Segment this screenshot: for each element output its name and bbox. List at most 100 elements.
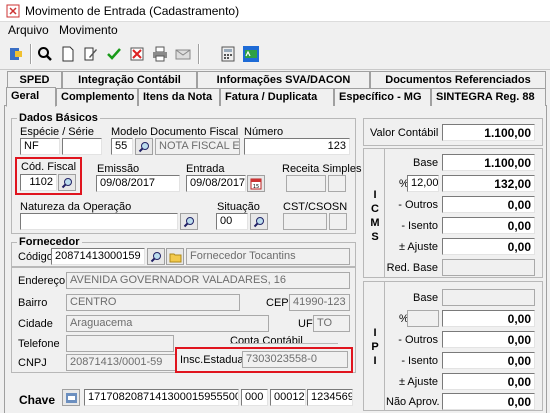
nfe-icon [242,45,260,63]
title-bar: Movimento de Entrada (Cadastramento) [0,0,550,22]
endereco-label: Endereço [18,275,66,287]
icms-isento-field[interactable]: 0,00 [442,217,535,234]
menu-arquivo[interactable]: Arquivo [8,23,49,37]
entrada-calendar-button[interactable]: 15 [247,175,265,192]
especie-field[interactable]: NF [20,138,60,155]
app-icon [6,4,20,18]
ipi-valor-field[interactable]: 0,00 [442,310,535,327]
chave-label: Chave [19,393,56,407]
fornecedor-folder-button[interactable] [166,248,184,265]
natureza-search-button[interactable] [180,213,198,230]
tab-sped[interactable]: SPED [7,71,62,88]
ipi-nao-aprov-label: Não Aprov. [386,396,440,408]
conta-contabil-label: Conta Contábil [230,335,303,347]
ipi-base-label: Base [413,292,439,304]
ipi-nao-aprov-field[interactable]: 0,00 [442,393,535,410]
modelo-search-button[interactable] [135,138,153,155]
icms-outros-field[interactable]: 0,00 [442,196,535,213]
delete-button[interactable] [126,43,148,65]
codigo-label: Código [18,251,53,263]
tab-itens-da-nota[interactable]: Itens da Nota [138,88,220,106]
icms-ajuste-field[interactable]: 0,00 [442,238,535,255]
dados-basicos-label: Dados Básicos [17,112,100,124]
uf-label: UF [298,318,313,330]
receita-simples-label: Receita Simples [282,163,362,175]
ipi-isento-field[interactable]: 0,00 [442,352,535,369]
tab-especifico-mg[interactable]: Específico - MG [334,88,431,106]
tab-sintegra-reg-88[interactable]: SINTEGRA Reg. 88 [431,88,546,106]
print-icon [152,46,168,62]
icms-red-base-label: Red. Base [386,262,438,274]
new-icon [60,46,76,62]
menu-movimento[interactable]: Movimento [59,23,118,37]
icms-outros-label: - Outros [398,199,438,211]
edit-button[interactable] [80,43,102,65]
icms-pct-field[interactable]: 12,00 [407,175,439,192]
situacao-search-button[interactable] [250,213,268,230]
calc-icon [220,46,236,62]
fornecedor-nome-field: Fornecedor Tocantins [186,248,350,265]
search-button[interactable] [34,43,56,65]
tab-documentos-referenciados[interactable]: Documentos Referenciados [370,71,546,88]
print-button[interactable] [149,43,171,65]
natureza-label: Natureza da Operação [20,201,132,213]
cod-fiscal-search-button[interactable] [58,174,76,191]
fornecedor-search-button[interactable] [147,248,165,265]
codigo-field[interactable]: 20871413000159 [51,248,145,265]
emissao-field[interactable]: 09/08/2017 [96,175,180,192]
tab-integracao-contabil[interactable]: Integração Contábil [62,71,197,88]
fornecedor-label: Fornecedor [17,236,82,248]
confirm-button[interactable] [103,43,125,65]
ipi-base-field [442,289,535,306]
chave-part-3-field[interactable]: 000123 [270,389,306,406]
tab-informacoes-sva-dacon[interactable]: Informações SVA/DACON [197,71,370,88]
numero-field[interactable]: 123 [244,138,350,155]
entrada-field[interactable]: 09/08/2017 [186,175,246,192]
telefone-label: Telefone [18,338,60,350]
exit-button[interactable] [5,43,27,65]
tab-fatura-duplicata[interactable]: Fatura / Duplicata [220,88,334,106]
toolbar-separator [30,44,32,64]
chave-nfe-button[interactable] [62,389,80,406]
emissao-label: Emissão [97,163,140,175]
ipi-outros-field[interactable]: 0,00 [442,331,535,348]
search-icon [150,251,162,263]
window-title: Movimento de Entrada (Cadastramento) [25,4,240,18]
ipi-ajuste-field[interactable]: 0,00 [442,373,535,390]
chave-part-2-field[interactable]: 000 [241,389,268,406]
toolbar [0,39,550,70]
calc-button[interactable] [217,43,239,65]
confirm-icon [106,46,122,62]
search-icon [61,177,73,189]
ipi-isento-label: - Isento [401,355,438,367]
tab-complemento[interactable]: Complemento [56,88,138,106]
situacao-field[interactable]: 00 [216,213,248,230]
icms-valor-field[interactable]: 132,00 [442,175,535,192]
serie-field[interactable] [62,138,102,155]
especie-serie-label: Espécie / Série [20,126,94,138]
new-button[interactable] [57,43,79,65]
bairro-field: CENTRO [66,294,240,311]
mail-button[interactable] [172,43,194,65]
cod-fiscal-field[interactable]: 1102 [20,174,57,191]
endereco-field: AVENIDA GOVERNADOR VALADARES, 16 [66,272,350,289]
modelo-code-field[interactable]: 55 [111,138,133,155]
cst-extra-field [329,213,347,230]
cod-fiscal-label: Cód. Fiscal [21,161,77,173]
chave-part-1-field[interactable]: 17170820871413000159555000 [84,389,239,406]
bairro-label: Bairro [18,297,48,309]
modelo-desc-field: NOTA FISCAL EL [155,138,240,155]
tab-geral[interactable]: Geral [6,87,56,107]
uf-field: TO [313,315,350,332]
valor-contabil-field[interactable]: 1.100,00 [442,124,535,141]
receita-simples-extra-field [328,175,346,192]
situacao-label: Situação [217,201,260,213]
icms-base-field[interactable]: 1.100,00 [442,154,535,171]
nfe-button[interactable] [240,43,262,65]
ipi-vertical-label: I P I [371,327,379,367]
natureza-field[interactable] [20,213,178,230]
ipi-divider [384,281,385,411]
insc-estadual-label: Insc.Estadual [180,354,247,366]
telefone-field [66,335,174,352]
chave-part-4-field[interactable]: 1234569877 [307,389,353,406]
